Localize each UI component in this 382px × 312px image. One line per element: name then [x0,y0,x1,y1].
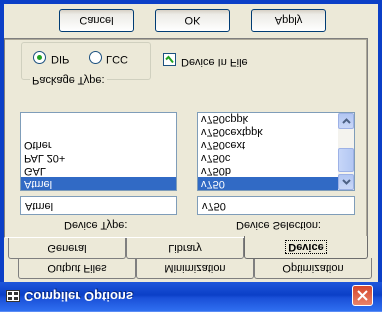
radio-lcc[interactable] [89,51,102,64]
tab-label: Optimization [282,262,344,274]
list-item[interactable]: v750 [198,177,338,190]
list-item[interactable]: Atmel [21,177,176,190]
radio-dip-label[interactable]: DIP [51,53,69,65]
list-item[interactable]: PAL 20+ [21,151,176,164]
device-selection-label: Device Selection: [236,219,321,231]
device-type-label: Device Type: [64,219,128,231]
tab-device[interactable]: Device [244,236,368,259]
tab-label: General [47,242,87,254]
device-in-file-checkbox[interactable] [163,53,176,66]
tab-library[interactable]: Library [126,238,244,259]
compiler-options-window: Compiler Options Output Files Minimizati… [0,0,382,312]
chevron-up-icon [341,179,351,185]
apply-button[interactable]: Apply [251,9,326,32]
chevron-down-icon [341,118,351,124]
list-item[interactable]: v750cextppk [198,125,354,138]
list-item[interactable]: GAL [21,164,176,177]
scroll-down-button[interactable] [338,113,354,129]
title-bar[interactable]: Compiler Options [0,282,382,312]
tab-label: Output Files [47,262,107,274]
window-frame-bottom [0,0,382,4]
device-selection-scrollbar[interactable] [338,113,354,190]
list-item[interactable]: v750cext [198,138,354,151]
scroll-up-button[interactable] [338,174,354,190]
tab-label: Library [168,242,202,254]
list-item[interactable]: v750cppk [198,112,354,125]
device-selection-list[interactable]: v750 v750b v750c v750cext v750cextppk v7… [197,112,355,191]
device-selection-field[interactable]: v750 [197,196,355,215]
ok-button[interactable]: OK [155,9,230,32]
cancel-button[interactable]: Cancel [59,9,134,32]
tab-label: Minimization [164,262,226,274]
device-type-field[interactable]: Atmel [20,196,177,215]
radio-dip[interactable] [33,51,46,64]
checkmark-icon [165,55,174,64]
tab-optimization[interactable]: Optimization [254,258,372,279]
window-title: Compiler Options [24,289,134,304]
close-icon [357,290,368,301]
radio-selected-dot [37,55,42,60]
tab-minimization[interactable]: Minimization [136,258,254,279]
list-item[interactable]: Other [21,138,176,151]
tab-general[interactable]: General [8,238,126,259]
list-item[interactable]: v750b [198,164,354,177]
tab-output-files[interactable]: Output Files [18,258,136,279]
window-frame-right [378,0,382,282]
scrollbar-thumb[interactable] [338,148,354,172]
device-in-file-label[interactable]: Device In File [181,56,248,68]
tab-label: Device [285,240,327,254]
app-icon [6,289,20,303]
close-button[interactable] [352,285,373,306]
device-type-list[interactable]: Atmel GAL PAL 20+ Other [20,112,177,191]
list-item[interactable]: v750c [198,151,354,164]
radio-lcc-label[interactable]: LCC [106,53,128,65]
package-type-label: Package Type: [30,74,107,86]
